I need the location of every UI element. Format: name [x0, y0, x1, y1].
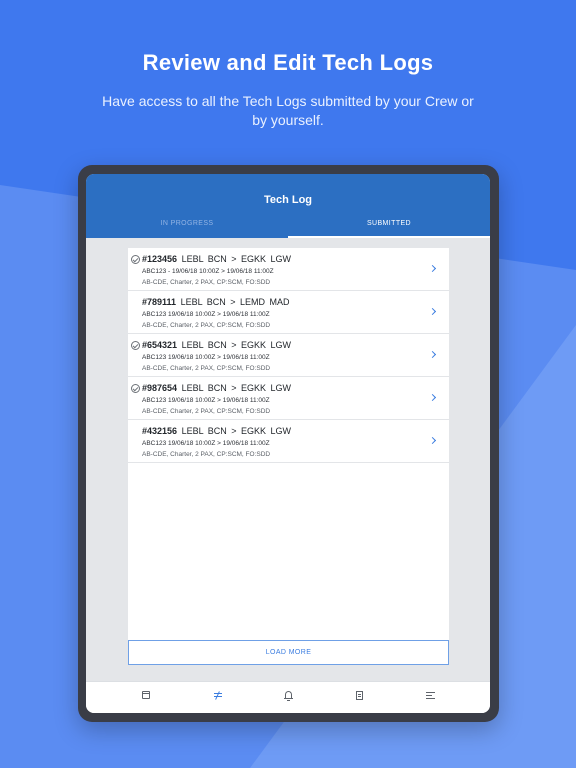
log-number: #432156 [142, 426, 178, 436]
log-row[interactable]: #432156 LEBL BCN > EGKK LGW ABC123 19/06… [128, 420, 449, 463]
log-route: LEBL BCN > LEMD MAD [180, 297, 290, 307]
check-circle-icon [131, 255, 140, 264]
log-crew: AB-CDE, Charter, 2 PAX, CP:SCM, FO:SDD [142, 408, 271, 415]
log-route: LEBL BCN > EGKK LGW [181, 254, 292, 264]
log-title: #654321 LEBL BCN > EGKK LGW [142, 340, 291, 350]
log-route: LEBL BCN > EGKK LGW [181, 383, 292, 393]
log-crew: AB-CDE, Charter, 2 PAX, CP:SCM, FO:SDD [142, 279, 271, 286]
log-details: ABC123 19/06/18 10:00Z > 19/06/18 11:00Z [142, 397, 270, 404]
check-circle-icon [131, 341, 140, 350]
chevron-right-icon [428, 307, 437, 316]
log-route: LEBL BCN > EGKK LGW [181, 426, 292, 436]
log-title: #789111 LEBL BCN > LEMD MAD [142, 297, 290, 307]
log-number: #987654 [142, 383, 178, 393]
menu-icon[interactable] [424, 689, 438, 703]
log-row[interactable]: #654321 LEBL BCN > EGKK LGW ABC123 19/06… [128, 334, 449, 377]
log-title: #987654 LEBL BCN > EGKK LGW [142, 383, 291, 393]
log-crew: AB-CDE, Charter, 2 PAX, CP:SCM, FO:SDD [142, 365, 271, 372]
promo-headline: Review and Edit Tech Logs [142, 50, 434, 75]
log-row[interactable]: #123456 LEBL BCN > EGKK LGW ABC123 - 19/… [128, 248, 449, 291]
log-route: LEBL BCN > EGKK LGW [181, 340, 292, 350]
promo-subline: Have access to all the Tech Logs submitt… [102, 93, 474, 128]
log-number: #789111 [142, 297, 177, 307]
app-title: Tech Log [263, 194, 313, 206]
chevron-right-icon [428, 393, 437, 402]
log-details: ABC123 19/06/18 10:00Z > 19/06/18 11:00Z [142, 354, 270, 361]
load-more-button[interactable]: LOAD MORE [128, 640, 449, 665]
active-tab-indicator [288, 236, 490, 238]
log-title: #432156 LEBL BCN > EGKK LGW [142, 426, 291, 436]
chevron-right-icon [428, 350, 437, 359]
chevron-right-icon [428, 436, 437, 445]
log-title: #123456 LEBL BCN > EGKK LGW [142, 254, 291, 264]
document-icon[interactable] [353, 689, 367, 703]
log-details: ABC123 19/06/18 10:00Z > 19/06/18 11:00Z [142, 440, 270, 447]
log-crew: AB-CDE, Charter, 2 PAX, CP:SCM, FO:SDD [142, 322, 271, 329]
app-screen: Tech Log IN PROGRESS SUBMITTED #123456 L… [86, 174, 490, 713]
tab-in-progress[interactable]: IN PROGRESS [86, 220, 288, 238]
log-details: ABC123 19/06/18 10:00Z > 19/06/18 11:00Z [142, 311, 270, 318]
chevron-right-icon [428, 264, 437, 273]
log-number: #123456 [142, 254, 178, 264]
check-circle-icon [131, 384, 140, 393]
tech-log-icon[interactable] [211, 689, 225, 703]
app-bar: Tech Log IN PROGRESS SUBMITTED [86, 174, 490, 238]
log-details: ABC123 - 19/06/18 10:00Z > 19/06/18 11:0… [142, 268, 274, 275]
bell-icon[interactable] [282, 689, 296, 703]
log-crew: AB-CDE, Charter, 2 PAX, CP:SCM, FO:SDD [142, 451, 271, 458]
calendar-icon[interactable] [140, 689, 154, 703]
log-row[interactable]: #789111 LEBL BCN > LEMD MAD ABC123 19/06… [128, 291, 449, 334]
log-number: #654321 [142, 340, 178, 350]
bottom-navigation [86, 681, 490, 713]
tech-log-list: #123456 LEBL BCN > EGKK LGW ABC123 - 19/… [128, 248, 449, 665]
log-row[interactable]: #987654 LEBL BCN > EGKK LGW ABC123 19/06… [128, 377, 449, 420]
